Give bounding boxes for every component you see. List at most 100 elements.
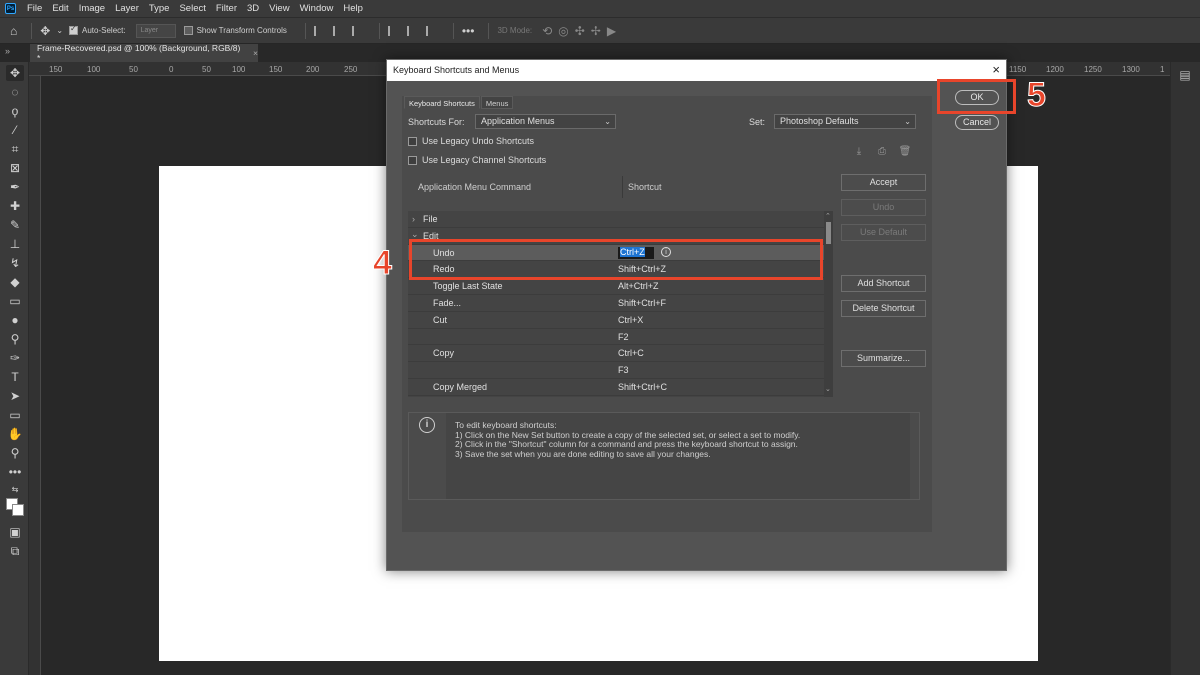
- save-set-icon[interactable]: ⤓: [852, 146, 866, 158]
- row-shortcut: Shift+Ctrl+C: [618, 382, 668, 392]
- table-row[interactable]: F2: [408, 329, 824, 346]
- 3d-orbit-icon[interactable]: ⟲: [542, 24, 552, 38]
- close-icon[interactable]: ×: [253, 48, 258, 58]
- menu-view[interactable]: View: [264, 0, 294, 17]
- table-row[interactable]: Fade... Shift+Ctrl+F: [408, 295, 824, 312]
- document-tab[interactable]: Frame-Recovered.psd @ 100% (Background, …: [30, 43, 258, 63]
- healing-brush-tool-icon[interactable]: ✚: [6, 198, 24, 214]
- lasso-tool-icon[interactable]: ϙ: [6, 103, 24, 119]
- menu-help[interactable]: Help: [338, 0, 368, 17]
- table-row[interactable]: Cut Ctrl+X: [408, 312, 824, 329]
- table-row[interactable]: Toggle Last State Alt+Ctrl+Z: [408, 278, 824, 295]
- cancel-button[interactable]: Cancel: [955, 115, 999, 130]
- hand-tool-icon[interactable]: ✋: [6, 426, 24, 442]
- auto-select-option[interactable]: Auto-Select:: [69, 24, 126, 35]
- tab-keyboard-shortcuts[interactable]: Keyboard Shortcuts: [404, 96, 480, 109]
- table-row[interactable]: Copy Merged Shift+Ctrl+C: [408, 379, 824, 396]
- close-icon[interactable]: ×: [992, 60, 1000, 80]
- tab-menus[interactable]: Menus: [480, 96, 514, 109]
- move-tool-icon[interactable]: ✥: [6, 65, 24, 81]
- align-left-icon[interactable]: [313, 25, 324, 36]
- screen-mode-icon[interactable]: ⧉: [6, 543, 24, 559]
- more-tools-icon[interactable]: •••: [6, 464, 24, 480]
- home-icon[interactable]: ⌂: [10, 24, 17, 38]
- accept-button[interactable]: Accept: [841, 174, 926, 191]
- frame-tool-icon[interactable]: ⊠: [6, 160, 24, 176]
- table-row[interactable]: Copy Ctrl+C: [408, 345, 824, 363]
- row-command: Copy Merged: [433, 382, 488, 392]
- legacy-undo-checkbox[interactable]: [408, 136, 417, 146]
- show-transform-option[interactable]: Show Transform Controls: [183, 26, 287, 35]
- menu-select[interactable]: Select: [174, 0, 210, 17]
- menu-window[interactable]: Window: [295, 0, 339, 17]
- align-center-icon[interactable]: [332, 25, 343, 36]
- chevron-up-icon[interactable]: ⌃: [825, 212, 831, 220]
- menu-3d[interactable]: 3D: [242, 0, 264, 17]
- table-row[interactable]: F3: [408, 362, 824, 379]
- legacy-channel-checkbox[interactable]: [408, 155, 417, 165]
- eraser-tool-icon[interactable]: ◆: [6, 274, 24, 290]
- menu-layer[interactable]: Layer: [110, 0, 144, 17]
- properties-panel-icon[interactable]: ▤: [1177, 68, 1193, 84]
- clone-stamp-tool-icon[interactable]: ⊥: [6, 236, 24, 252]
- crop-tool-icon[interactable]: ⌗: [6, 141, 24, 157]
- dodge-tool-icon[interactable]: ⚲: [6, 331, 24, 347]
- menu-filter[interactable]: Filter: [211, 0, 242, 17]
- background-color-swatch[interactable]: [12, 504, 24, 516]
- ruler-label: 0: [169, 65, 174, 74]
- delete-shortcut-button[interactable]: Delete Shortcut: [841, 300, 926, 317]
- default-colors-icon[interactable]: ⇆: [6, 482, 24, 498]
- 3d-pan-icon[interactable]: ✣: [575, 24, 585, 38]
- expand-panels-icon[interactable]: »: [5, 46, 10, 56]
- legacy-channel-option[interactable]: Use Legacy Channel Shortcuts: [408, 155, 546, 165]
- auto-select-dropdown[interactable]: Layer: [135, 23, 176, 38]
- brush-tool-icon[interactable]: ✎: [6, 217, 24, 233]
- 3d-roll-icon[interactable]: ◎: [558, 24, 568, 38]
- set-dropdown[interactable]: Photoshop Defaults ⌄: [774, 114, 916, 129]
- use-default-button[interactable]: Use Default: [841, 224, 926, 241]
- path-selection-tool-icon[interactable]: ➤: [6, 388, 24, 404]
- menu-edit[interactable]: Edit: [47, 0, 73, 17]
- 3d-mode-label: 3D Mode:: [497, 26, 533, 35]
- delete-set-icon[interactable]: 🗑: [898, 146, 912, 158]
- quick-mask-icon[interactable]: ▣: [6, 524, 24, 540]
- table-scrollbar[interactable]: ⌃ ⌄: [824, 211, 833, 397]
- gradient-tool-icon[interactable]: ▭: [6, 293, 24, 309]
- chevron-down-icon[interactable]: ⌄: [825, 385, 831, 393]
- expand-arrow-icon[interactable]: ›: [412, 214, 415, 224]
- marquee-tool-icon[interactable]: ◌: [6, 84, 24, 100]
- scroll-thumb[interactable]: [826, 222, 831, 244]
- rectangle-tool-icon[interactable]: ▭: [6, 407, 24, 423]
- eyedropper-tool-icon[interactable]: ✒: [6, 179, 24, 195]
- move-tool-icon[interactable]: ✥: [40, 24, 50, 38]
- right-panel-dock: ▤: [1170, 62, 1200, 675]
- pen-tool-icon[interactable]: ✑: [6, 350, 24, 366]
- more-options-icon[interactable]: •••: [462, 24, 475, 38]
- legacy-undo-option[interactable]: Use Legacy Undo Shortcuts: [408, 136, 534, 146]
- menu-type[interactable]: Type: [144, 0, 175, 17]
- 3d-slide-icon[interactable]: ✢: [591, 24, 601, 38]
- type-tool-icon[interactable]: T: [6, 369, 24, 385]
- shortcuts-for-dropdown[interactable]: Application Menus ⌄: [475, 114, 616, 129]
- info-icon: i: [419, 417, 435, 433]
- row-shortcut: F2: [618, 331, 629, 342]
- align-right-icon[interactable]: [351, 25, 362, 36]
- menu-image[interactable]: Image: [74, 0, 110, 17]
- align-bottom-icon[interactable]: [425, 25, 436, 36]
- auto-select-checkbox[interactable]: [69, 24, 79, 35]
- align-top-icon[interactable]: [387, 25, 398, 36]
- new-set-icon[interactable]: ⎙: [875, 146, 889, 158]
- add-shortcut-button[interactable]: Add Shortcut: [841, 275, 926, 292]
- zoom-tool-icon[interactable]: ⚲: [6, 445, 24, 461]
- quick-select-tool-icon[interactable]: ⁄: [6, 122, 24, 138]
- chevron-down-icon[interactable]: ⌄: [56, 26, 63, 35]
- menu-file[interactable]: File: [22, 0, 47, 17]
- table-row[interactable]: › File: [408, 211, 824, 228]
- undo-button[interactable]: Undo: [841, 199, 926, 216]
- blur-tool-icon[interactable]: ●: [6, 312, 24, 328]
- 3d-camera-icon[interactable]: ▶: [607, 24, 616, 38]
- summarize-button[interactable]: Summarize...: [841, 350, 926, 367]
- align-middle-icon[interactable]: [406, 25, 417, 36]
- show-transform-checkbox[interactable]: [183, 26, 193, 35]
- history-brush-tool-icon[interactable]: ↯: [6, 255, 24, 271]
